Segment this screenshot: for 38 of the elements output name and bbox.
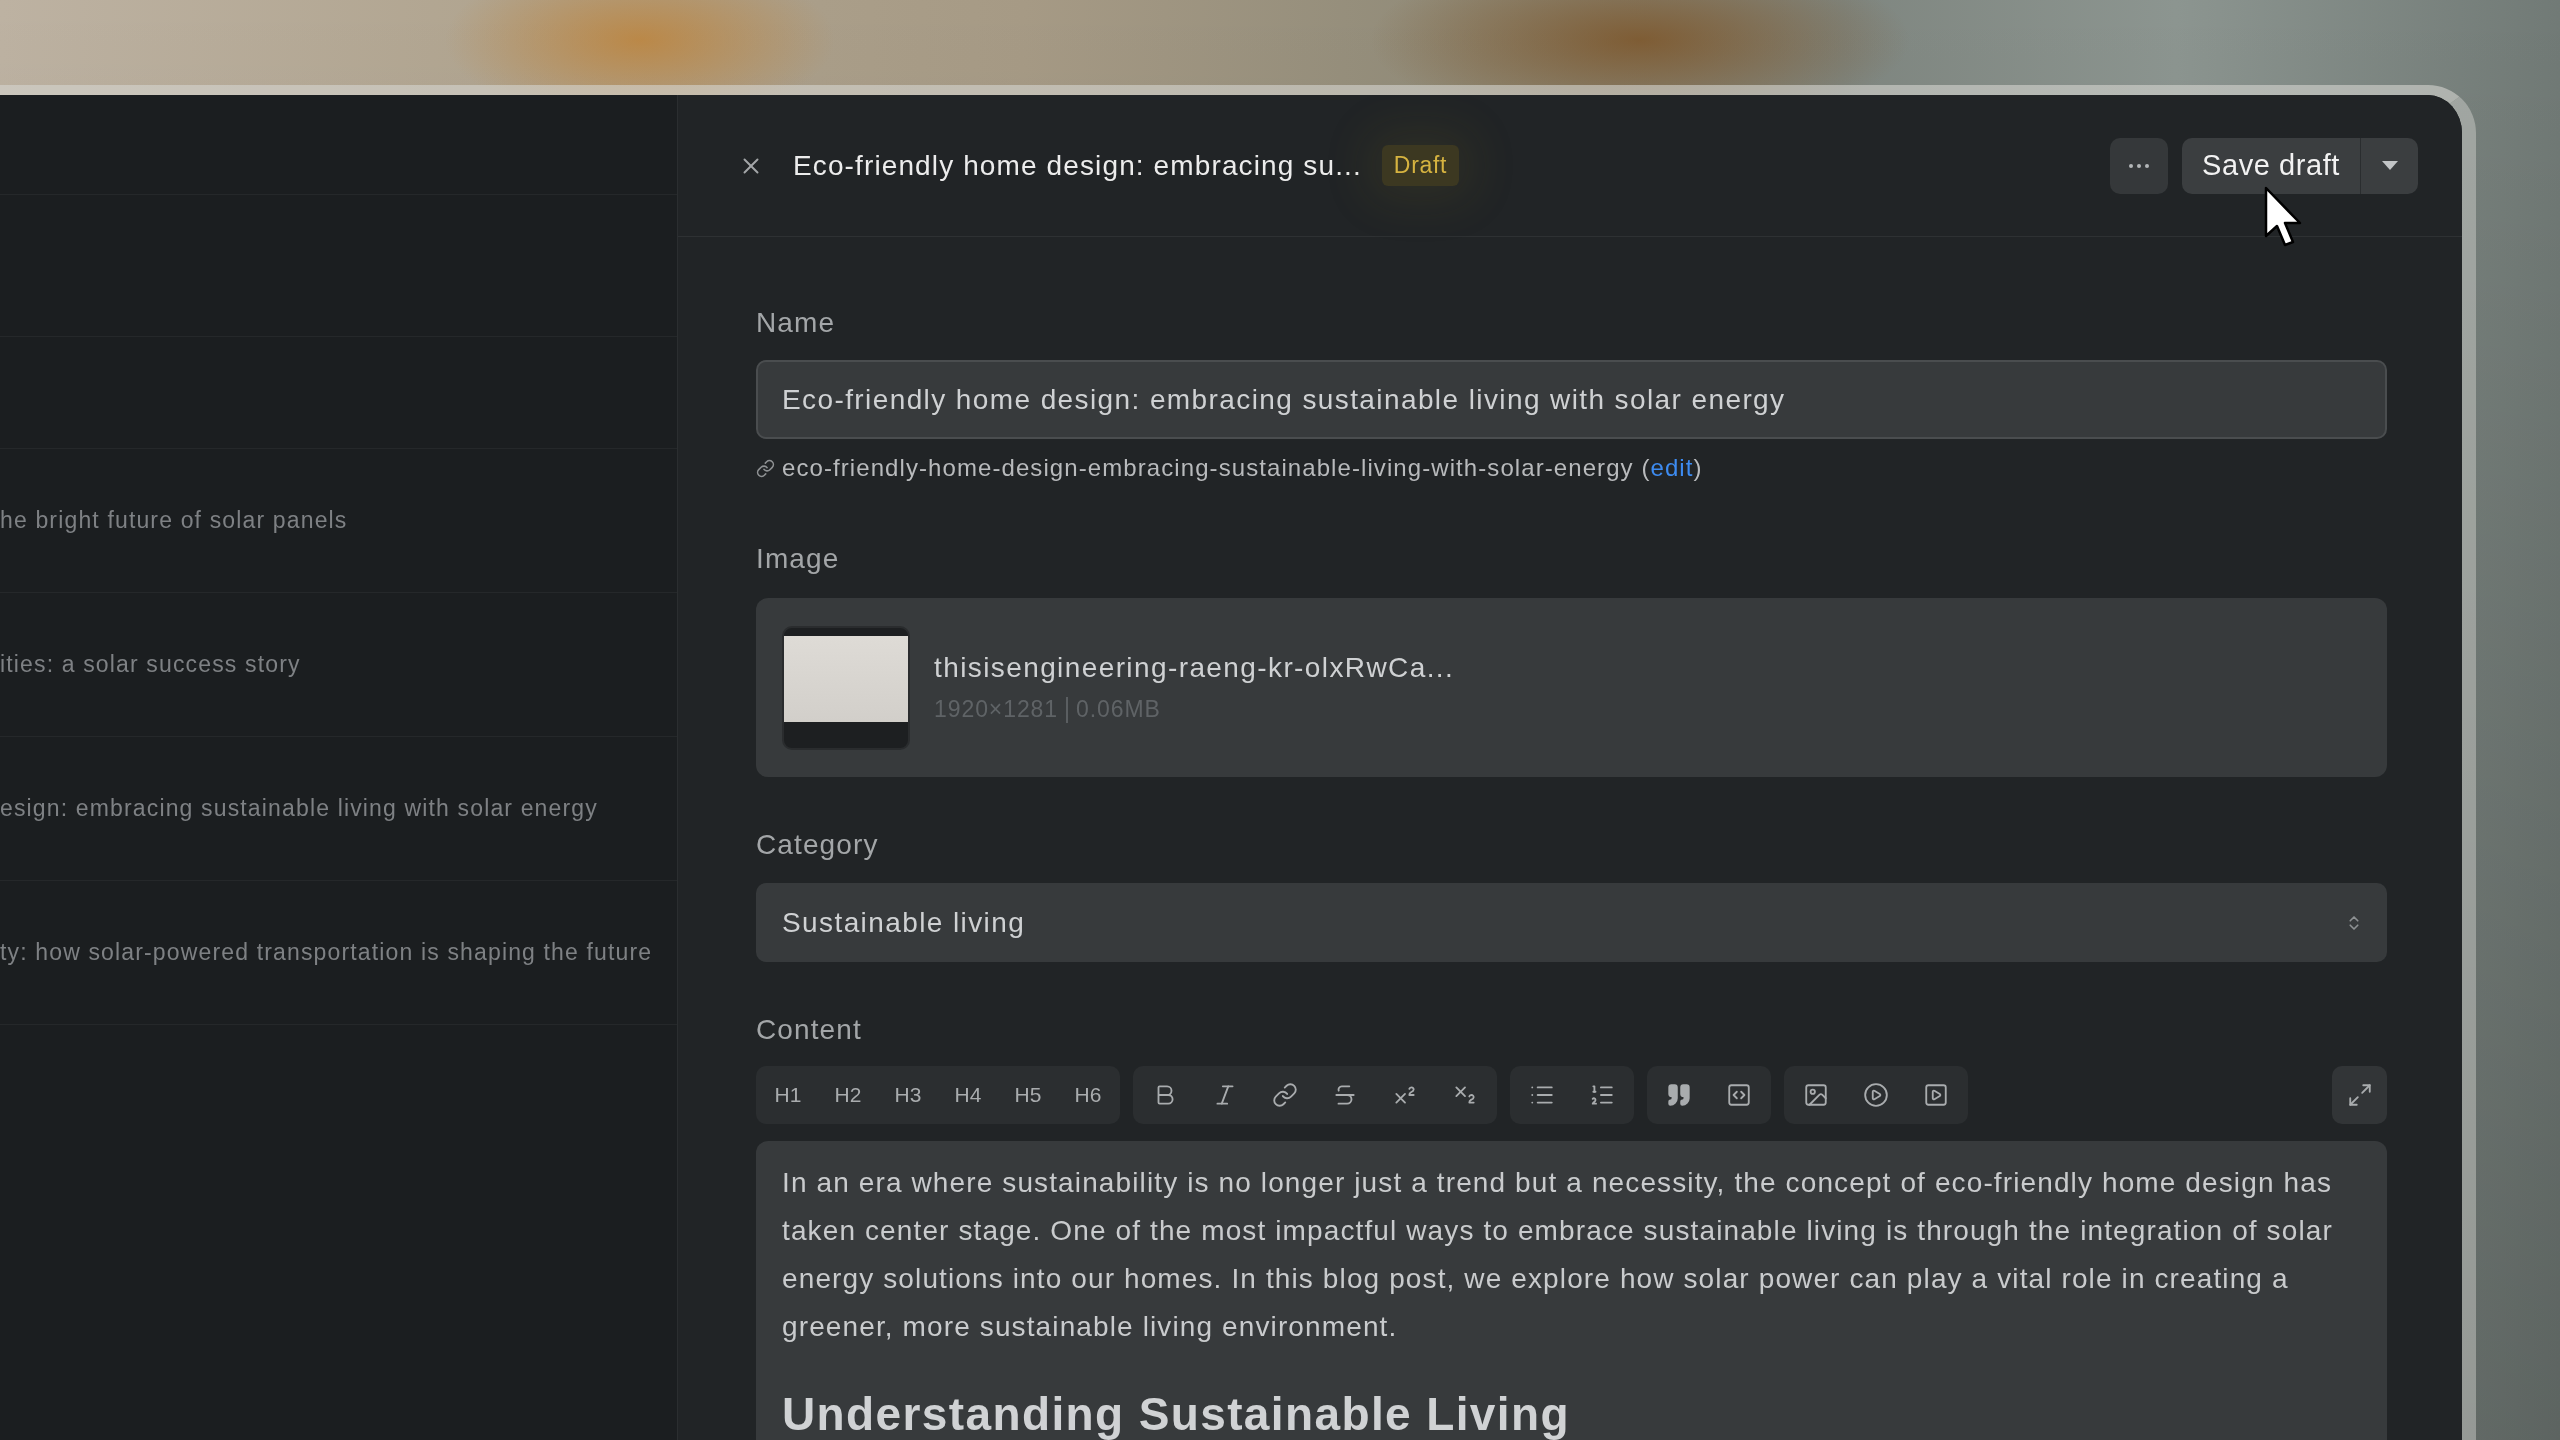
editor-title: Eco-friendly home design: embracing su...	[793, 149, 1362, 182]
expand-icon	[2346, 1082, 2373, 1108]
link-icon	[756, 458, 775, 478]
heading-button[interactable]: H5	[998, 1066, 1058, 1124]
field-label: Name	[756, 306, 837, 340]
play-square-icon	[1923, 1082, 1949, 1108]
heading-button[interactable]: H4	[938, 1066, 998, 1124]
ellipsis-icon	[2129, 163, 2149, 168]
heading-button[interactable]: H3	[878, 1066, 938, 1124]
link-icon	[1272, 1082, 1298, 1108]
name-input[interactable]: Eco-friendly home design: embracing sustainable living with solar energy	[756, 360, 2387, 439]
save-options-button[interactable]	[2360, 137, 2418, 194]
caret-icon	[2381, 161, 2398, 170]
heading-button[interactable]: H6	[1058, 1066, 1118, 1124]
expand-button[interactable]	[2332, 1066, 2387, 1124]
content-paragraph: In an era where sustainability is no longer just a trend but a necessity, the concept of eco-friendly home design has taken center stage. One of the most impactful ways to embrace sustainable living is through the integration of solar energy solutions into our homes. In this blog post, we explore how solar power can play a vital role in creating a greener, more sustainable living environment.	[782, 1166, 2334, 1344]
post-list-item[interactable]: esign: embracing sustainable living with solar energy	[0, 737, 677, 881]
play-circle-icon	[1863, 1082, 1889, 1108]
quote-icon	[1666, 1082, 1692, 1108]
mouse-pointer-icon	[2264, 185, 2302, 248]
edit-link[interactable]: edit	[1650, 454, 1694, 481]
heading-button[interactable]: H2	[818, 1066, 878, 1124]
content-heading: Understanding Sustainable Living	[782, 1389, 1571, 1439]
image-icon	[1803, 1082, 1829, 1108]
numbered-list-icon	[1589, 1082, 1615, 1108]
status-badge: Draft	[1381, 145, 1460, 186]
field-label: Category	[756, 828, 880, 862]
slug-text: eco-friendly-home-design-embracing-sustainable-living-with-solar-energy (edit)	[782, 453, 1703, 483]
post-list-item[interactable]: he bright future of solar panels	[0, 449, 677, 593]
file-name: thisisengineering-raeng-kr-olxRwCa...	[934, 652, 1455, 684]
field-label: Image	[756, 542, 841, 576]
post-list-item[interactable]: ty: how solar-powered transportation is shaping the future	[0, 881, 677, 1025]
code-icon	[1726, 1082, 1752, 1108]
field-label: Content	[756, 1013, 863, 1047]
heading-button[interactable]: H1	[758, 1066, 818, 1124]
post-list-item[interactable]: ities: a solar success story	[0, 593, 677, 737]
category-select[interactable]: Sustainable living	[756, 883, 2387, 962]
save-draft-button[interactable]: Save draft	[2182, 137, 2360, 194]
